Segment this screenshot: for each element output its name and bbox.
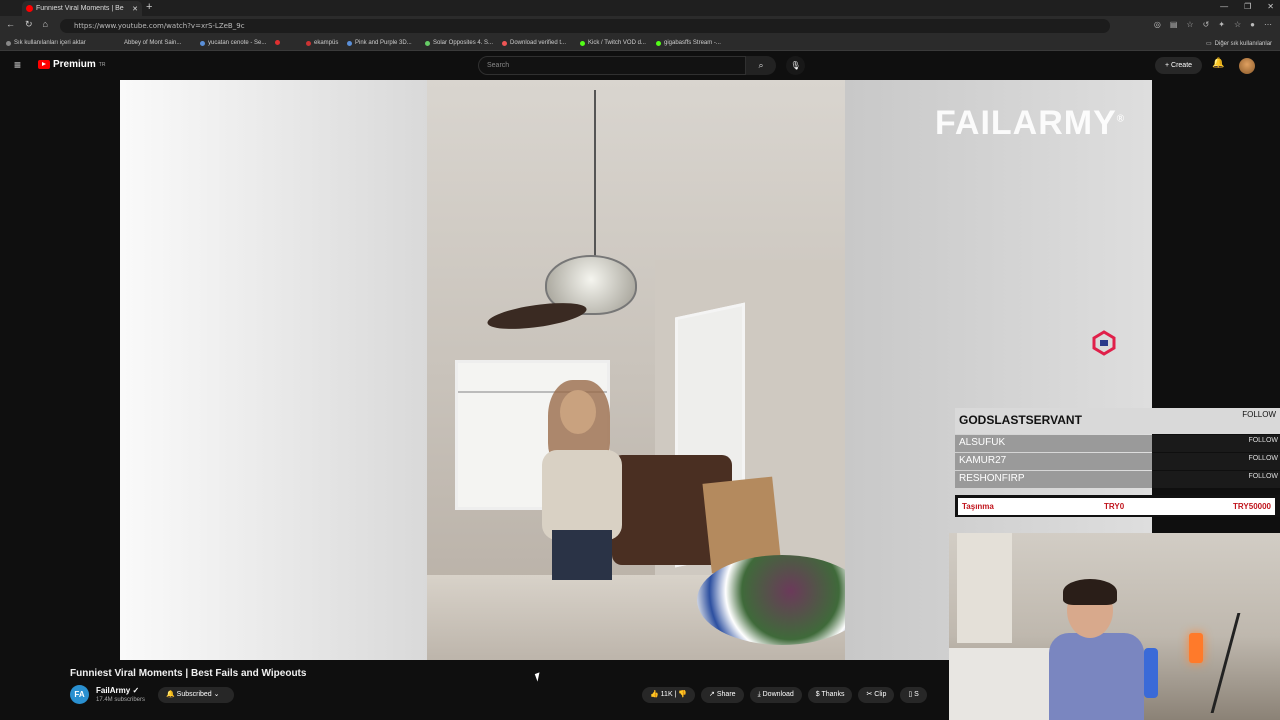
kick-logo-icon [1092,330,1116,356]
scissors-icon: ✂ [866,691,873,698]
refresh-page-icon[interactable]: ↺ [1203,20,1210,29]
search-button[interactable]: ⌕ [746,56,776,75]
channel-name[interactable]: FailArmy ✓ [96,686,139,695]
nav-buttons: ← ↻ ⌂ [6,19,48,30]
overlay-follower-row: ALSUFUK FOLLOW [955,435,1280,452]
subscriber-count: 17.4M subscribers [96,697,146,703]
video-actions: 👍 11K | 👎 ↗ Share ⤓ Download $ Thanks ✂ … [642,687,927,703]
video-blur-left [120,80,427,660]
overlay-follower-row: RESHONFIRP FOLLOW [955,471,1280,488]
thumbs-up-icon: 👍 [650,691,659,698]
clip-button[interactable]: ✂ Clip [858,687,895,703]
youtube-play-icon [38,60,50,69]
folder-icon: ▭ [1206,41,1212,47]
address-bar: ← ↻ ⌂ https://www.youtube.com/watch?v=xr… [0,16,1280,36]
video-frame [427,80,845,660]
bookmark-yucatan[interactable]: yucatan cenote - Se... [200,40,266,46]
bookmark-gigabasffs[interactable]: gigabasffs Stream -... [656,40,721,46]
share-icon: ↗ [709,691,715,698]
bookmark-import[interactable]: Sık kullanılanları içeri aktar [6,40,86,46]
desk-lamp [1189,633,1203,663]
youtube-logo[interactable]: Premium TR [38,59,105,70]
translate-icon[interactable]: ◎ [1154,20,1161,29]
extensions-icon[interactable]: ✦ [1218,20,1225,29]
like-button[interactable]: 👍 11K | 👎 [642,687,696,703]
bookmark-icon: ▯ [908,691,913,698]
thumbs-down-icon[interactable]: 👎 [678,691,687,698]
bookmark-other[interactable]: ▭ Diğer sık kullanılanlar [1206,40,1272,48]
water-bottle [1144,648,1158,698]
bookmark-ekampus[interactable]: ekampüs [306,40,338,46]
profile-icon[interactable]: ● [1250,20,1255,29]
search-icon: ⌕ [758,60,764,70]
verified-icon: ✓ [132,686,140,695]
streamer-webcam [949,533,1280,720]
url-field[interactable]: https://www.youtube.com/watch?v=xrS-LZeB… [60,19,1110,33]
chevron-down-icon: ⌄ [213,691,220,698]
user-avatar[interactable] [1239,58,1255,74]
donation-goal-bar: Taşınma TRY0 TRY50000 [955,495,1280,517]
streamer [1049,579,1144,720]
voice-search-button[interactable]: 🎙 [786,56,805,75]
stream-follower-overlay: GODSLASTSERVANT FOLLOW ALSUFUK FOLLOW KAM… [955,408,1280,534]
search-input[interactable]: Search [478,56,746,75]
bookmark-download[interactable]: Download verified t... [502,40,566,46]
mic-stand [1210,613,1278,713]
window-controls: — ❐ ✕ [1220,2,1274,11]
bookmark-kick[interactable]: Kick / Twitch VOD d... [580,40,646,46]
ceiling-fan [485,298,589,334]
tab-title: Funniest Viral Moments | Be [36,5,124,12]
notifications-bell-icon[interactable]: 🔔 [1212,58,1224,69]
youtube-favicon-icon [26,5,33,12]
video-title: Funniest Viral Moments | Best Fails and … [70,668,307,679]
save-button[interactable]: ▯ S [900,687,927,703]
failarmy-watermark: FAILARMY® [935,104,1126,142]
bookmark-solar[interactable]: Solar Opposites 4. S... [425,40,493,46]
hamburger-menu-icon[interactable]: ≡ [14,58,21,72]
download-icon: ⤓ [757,691,761,698]
browser-tab[interactable]: Funniest Viral Moments | Be ✕ [22,1,142,16]
download-button[interactable]: ⤓ Download [749,687,802,703]
share-button[interactable]: ↗ Share [701,687,744,703]
overlay-top-follower: GODSLASTSERVANT FOLLOW [955,408,1280,434]
channel-avatar[interactable]: FA [70,685,89,704]
reader-icon[interactable]: ▤ [1170,20,1178,29]
thanks-button[interactable]: $ Thanks [807,687,853,703]
microphone-icon: 🎙 [790,61,801,70]
create-button[interactable]: + Create [1155,57,1202,74]
bell-icon: 🔔 [166,691,175,698]
close-tab-icon[interactable]: ✕ [132,5,138,13]
minimize-icon[interactable]: — [1220,2,1228,11]
more-icon[interactable]: ⋯ [1264,20,1272,29]
bookmark-abbey[interactable]: Abbey of Mont Sain... [124,40,181,46]
back-icon[interactable]: ← [6,19,15,30]
refresh-icon[interactable]: ↻ [25,19,33,30]
home-icon[interactable]: ⌂ [43,19,48,30]
bookmark-pink-purple[interactable]: Pink and Purple 3D... [347,40,412,46]
bookmark-red[interactable] [275,40,280,45]
browser-tab-bar: Funniest Viral Moments | Be ✕ + — ❐ ✕ [0,0,1280,16]
new-tab-icon[interactable]: + [146,1,152,13]
close-window-icon[interactable]: ✕ [1267,2,1274,11]
person [522,380,632,580]
overlay-follower-row: KAMUR27 FOLLOW [955,453,1280,470]
bookmarks-bar: Sık kullanılanları içeri aktar Abbey of … [0,36,1280,51]
maximize-icon[interactable]: ❐ [1244,2,1251,11]
subscribed-button[interactable]: 🔔 Subscribed ⌄ [158,687,234,703]
address-icons: ◎ ▤ ☆ ↺ ✦ ☆ ● ⋯ [1154,20,1272,29]
mouse-cursor-icon [534,672,543,682]
youtube-header: ≡ Premium TR Search ⌕ 🎙 + Create 🔔 [0,51,1280,80]
favorites-icon[interactable]: ☆ [1234,20,1241,29]
favorite-star-icon[interactable]: ☆ [1186,20,1193,29]
thanks-icon: $ [815,691,820,698]
